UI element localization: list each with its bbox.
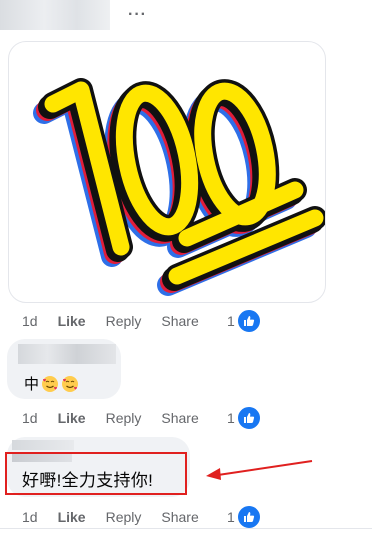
blurred-commenter-name[interactable] xyxy=(18,344,116,364)
share-button[interactable]: Share xyxy=(161,410,198,426)
reply-button[interactable]: Reply xyxy=(106,313,142,329)
comment-text: 好嘢!全力支持你! xyxy=(22,471,154,490)
like-button[interactable]: Like xyxy=(58,509,86,525)
reply-button[interactable]: Reply xyxy=(106,509,142,525)
timestamp[interactable]: 1d xyxy=(22,313,38,329)
red-arrow-annotation-icon xyxy=(206,460,313,480)
share-button[interactable]: Share xyxy=(161,509,198,525)
timestamp[interactable]: 1d xyxy=(22,410,38,426)
like-reaction-icon xyxy=(236,406,261,430)
share-button[interactable]: Share xyxy=(161,313,198,329)
reaction-summary[interactable]: 1 xyxy=(227,406,261,430)
divider xyxy=(0,528,372,529)
hundred-sticker-icon xyxy=(9,42,325,302)
comment-actions: 1d Like Reply Share xyxy=(22,506,219,528)
reaction-count: 1 xyxy=(227,410,235,426)
more-options-icon[interactable]: ··· xyxy=(128,6,147,24)
reaction-summary[interactable]: 1 xyxy=(227,309,261,333)
smiling-face-with-hearts-icon xyxy=(42,375,59,392)
like-button[interactable]: Like xyxy=(58,313,86,329)
reaction-count: 1 xyxy=(227,313,235,329)
blurred-commenter-name[interactable] xyxy=(12,440,74,450)
smiling-face-with-hearts-icon xyxy=(62,375,79,392)
like-reaction-icon xyxy=(236,505,261,529)
reaction-count: 1 xyxy=(227,509,235,525)
sticker-100-card[interactable] xyxy=(8,41,326,303)
comment-text-content: 中 xyxy=(24,376,40,393)
like-reaction-icon xyxy=(236,309,261,333)
blurred-commenter-name[interactable] xyxy=(0,0,110,30)
sticker-comment-actions: 1d Like Reply Share xyxy=(22,310,219,332)
like-button[interactable]: Like xyxy=(58,410,86,426)
comment-text: 中 xyxy=(24,373,79,394)
reaction-summary[interactable]: 1 xyxy=(227,505,261,529)
timestamp[interactable]: 1d xyxy=(22,509,38,525)
reply-button[interactable]: Reply xyxy=(106,410,142,426)
comment-actions: 1d Like Reply Share xyxy=(22,407,219,429)
